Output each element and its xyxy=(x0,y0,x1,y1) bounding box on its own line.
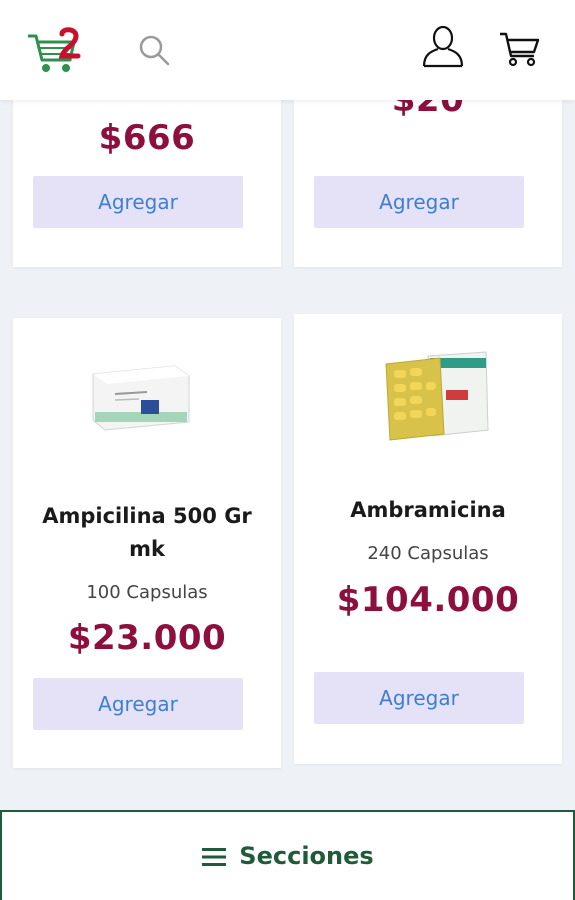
add-to-cart-button[interactable]: Agregar xyxy=(314,672,524,724)
product-price: $23.000 xyxy=(67,618,227,658)
add-to-cart-button[interactable]: Agregar xyxy=(314,176,524,228)
product-card-4[interactable]: Ambramicina 240 Capsulas $104.000 Agrega… xyxy=(294,314,562,764)
product-name[interactable]: Ampicilina 500 Gr mk xyxy=(27,500,267,566)
product-price: $104.000 xyxy=(336,580,520,620)
product-card-3[interactable]: Ampicilina 500 Gr mk 100 Capsulas $23.00… xyxy=(13,318,281,768)
product-name[interactable]: Ambramicina xyxy=(308,494,548,527)
sections-menu-button[interactable]: Secciones xyxy=(0,810,575,900)
top-header xyxy=(0,0,575,100)
product-description: 100 Capsulas xyxy=(86,582,208,603)
user-account-icon[interactable] xyxy=(420,24,466,68)
product-description: 240 Capsulas xyxy=(367,543,489,564)
hamburger-menu-icon xyxy=(202,848,227,866)
add-to-cart-button[interactable]: Agregar xyxy=(33,678,243,730)
product-image[interactable] xyxy=(85,360,195,436)
cart-icon[interactable] xyxy=(496,28,542,68)
add-to-cart-button[interactable]: Agregar xyxy=(33,176,243,228)
product-image[interactable] xyxy=(380,350,492,442)
shopping-cart-logo-icon[interactable] xyxy=(24,26,82,76)
sections-label: Secciones xyxy=(239,842,374,870)
product-price: $666 xyxy=(98,118,196,158)
search-icon[interactable] xyxy=(136,32,172,68)
